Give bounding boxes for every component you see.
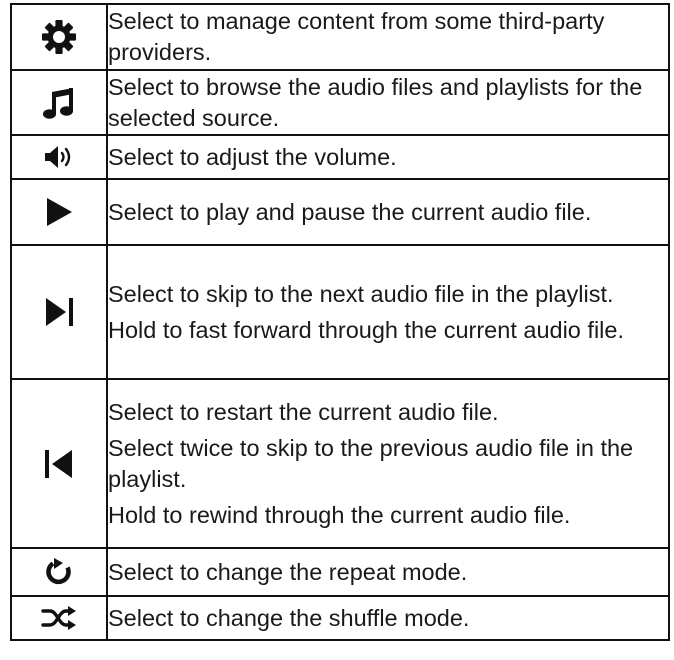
description-cell: Select to manage content from some third… [106,3,670,71]
description-cell: Select to change the repeat mode. [106,547,670,597]
table-row: Select to browse the audio files and pla… [10,69,670,136]
description-text: Select to manage content from some third… [108,8,605,65]
table-row: Select to manage content from some third… [10,3,670,71]
icon-cell [10,3,108,71]
table-row: Select to play and pause the current aud… [10,178,670,246]
description-cell: Select to play and pause the current aud… [106,178,670,246]
icon-cell [10,547,108,597]
media-controls-table: Select to manage content from some third… [10,3,670,641]
icon-cell [10,595,108,641]
description-cell: Select to skip to the next audio file in… [106,244,670,380]
description-cell: Select to adjust the volume. [106,134,670,180]
gear-icon [42,20,76,54]
shuffle-icon [41,606,76,630]
table-row: Select to skip to the next audio file in… [10,244,670,380]
description-text: Select twice to skip to the previous aud… [108,434,634,492]
description-cell: Select to restart the current audio file… [106,378,670,549]
skip-next-icon [46,298,73,326]
table-row: Select to adjust the volume. [10,134,670,180]
description-cell: Select to browse the audio files and pla… [106,69,670,136]
play-icon [47,198,72,226]
description-text: Hold to rewind through the current audio… [108,501,571,528]
description-text: Select to adjust the volume. [108,143,397,170]
description-text: Select to change the shuffle mode. [108,604,470,631]
icon-cell [10,178,108,246]
description-text: Select to change the repeat mode. [108,558,468,585]
icon-cell [10,244,108,380]
description-text: Select to play and pause the current aud… [108,198,592,225]
table-row: Select to change the shuffle mode. [10,595,670,641]
skip-previous-icon [45,449,72,478]
description-cell: Select to change the shuffle mode. [106,595,670,641]
icon-cell [10,134,108,180]
description-text: Hold to fast forward through the current… [108,316,624,343]
description-text: Select to browse the audio files and pla… [108,73,643,131]
music-note-icon [43,87,73,119]
icon-cell [10,378,108,549]
table-row: Select to change the repeat mode. [10,547,670,597]
icon-cell [10,69,108,136]
description-text: Select to skip to the next audio file in… [108,280,614,307]
volume-icon [45,146,71,168]
table-row: Select to restart the current audio file… [10,378,670,549]
repeat-icon [46,558,71,585]
description-text: Select to restart the current audio file… [108,398,499,425]
